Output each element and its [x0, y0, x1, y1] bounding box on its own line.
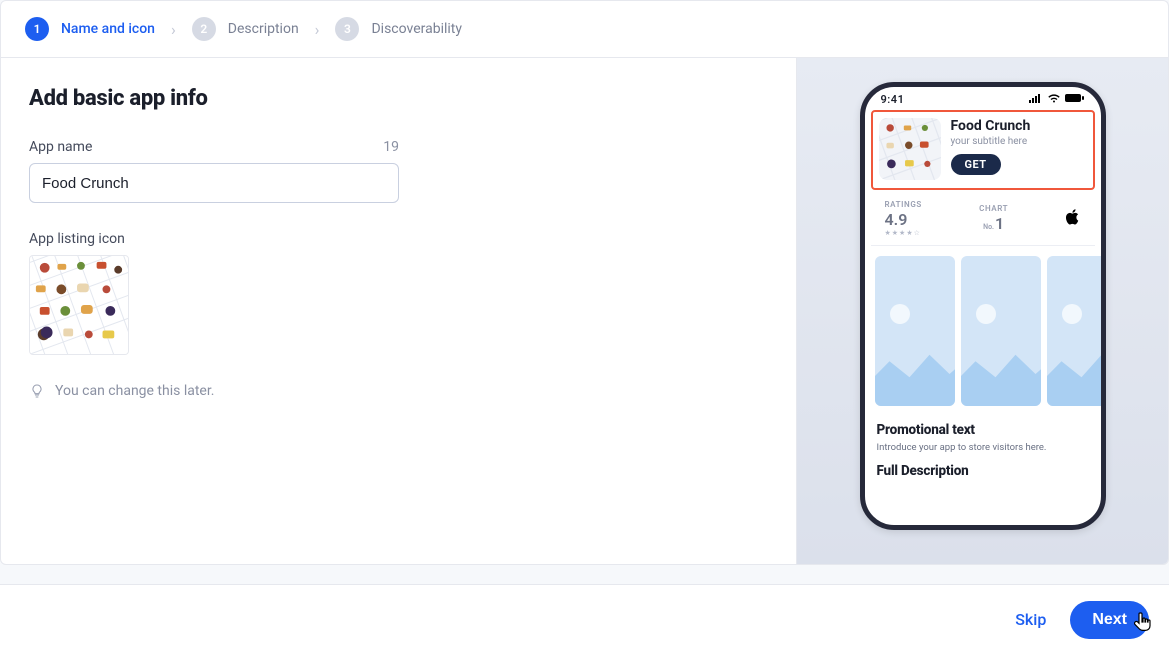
- preview-app-title: Food Crunch: [951, 118, 1031, 134]
- skip-button[interactable]: Skip: [1015, 610, 1046, 629]
- hint-text: You can change this later.: [29, 383, 768, 399]
- chart-value: 1: [995, 214, 1004, 233]
- next-button[interactable]: Next: [1070, 601, 1149, 639]
- promo-subtitle: Introduce your app to store visitors her…: [877, 442, 1089, 453]
- statusbar-time: 9:41: [881, 93, 905, 106]
- page-title: Add basic app info: [29, 86, 768, 111]
- preview-stats-row: RATINGS 4.9 ★★★★☆ CHART No. 1: [871, 190, 1095, 246]
- app-icon-label: App listing icon: [29, 231, 768, 247]
- lightbulb-icon: [29, 383, 45, 399]
- chart-label: CHART: [979, 204, 1008, 213]
- screenshot-placeholder: [1047, 256, 1101, 406]
- phone-statusbar: 9:41: [865, 87, 1101, 108]
- preview-pane: 9:41: [796, 58, 1168, 564]
- phone-frame: 9:41: [860, 82, 1106, 530]
- chevron-right-icon: ›: [315, 20, 320, 39]
- step-number-badge: 2: [192, 17, 216, 41]
- app-listing-thumb: [879, 118, 941, 180]
- screenshot-placeholder: [961, 256, 1041, 406]
- footer-bar: Skip Next: [0, 584, 1169, 654]
- app-listing-highlight: Food Crunch your subtitle here GET: [871, 110, 1095, 190]
- form-section: Add basic app info App name 19 App listi…: [1, 58, 796, 564]
- signal-icon: [1029, 93, 1043, 106]
- app-name-input[interactable]: [29, 163, 399, 203]
- get-button: GET: [951, 154, 1001, 175]
- wifi-icon: [1047, 93, 1061, 106]
- step-number-badge: 1: [25, 17, 49, 41]
- hint-message: You can change this later.: [55, 383, 214, 399]
- app-icon-preview[interactable]: [29, 255, 129, 355]
- step-label: Description: [228, 21, 299, 37]
- ratings-label: RATINGS: [885, 200, 922, 209]
- apple-logo-icon: [1065, 208, 1080, 230]
- step-number-badge: 3: [335, 17, 359, 41]
- step-discoverability[interactable]: 3 Discoverability: [335, 17, 462, 41]
- next-button-label: Next: [1092, 611, 1127, 629]
- full-description-heading: Full Description: [865, 453, 1101, 479]
- app-name-label: App name: [29, 139, 92, 155]
- step-label: Name and icon: [61, 21, 155, 37]
- step-description[interactable]: 2 Description: [192, 17, 299, 41]
- step-label: Discoverability: [371, 21, 462, 37]
- preview-app-subtitle: your subtitle here: [951, 136, 1031, 147]
- ratings-value: 4.9: [885, 210, 922, 229]
- app-name-char-count: 19: [383, 139, 399, 155]
- chart-no-prefix: No.: [983, 223, 994, 231]
- screenshot-placeholder: [875, 256, 955, 406]
- step-name-and-icon[interactable]: 1 Name and icon: [25, 17, 155, 41]
- wizard-panel: 1 Name and icon › 2 Description › 3 Disc…: [0, 0, 1169, 565]
- screenshots-row: [865, 246, 1101, 406]
- ratings-stars: ★★★★☆: [885, 229, 922, 237]
- chevron-right-icon: ›: [171, 20, 176, 39]
- battery-icon: [1065, 93, 1085, 106]
- promo-title: Promotional text: [877, 422, 1089, 438]
- stepper: 1 Name and icon › 2 Description › 3 Disc…: [1, 1, 1168, 58]
